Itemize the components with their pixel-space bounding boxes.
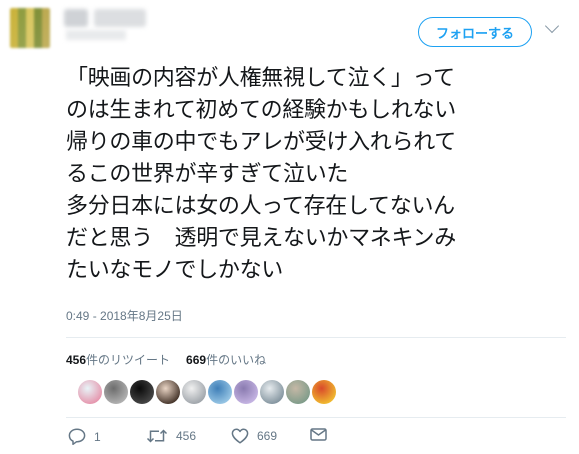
tweet-text-line: 「映画の内容が人権無視して泣く」って: [66, 66, 455, 91]
chevron-down-icon[interactable]: [544, 18, 560, 34]
tweet-timestamp[interactable]: 0:49 - 2018年8月25日: [66, 307, 183, 324]
retweet-button[interactable]: 456: [146, 428, 196, 444]
retweet-stat-label: 件のリツイート: [86, 353, 171, 367]
tweet-text: 「映画の内容が人権無視して泣く」って のは生まれて初めての経験かもしれない 帰り…: [66, 63, 574, 287]
like-stat-label: 件のいいね: [206, 353, 267, 367]
divider: [66, 417, 566, 418]
tweet-text-line: だと思う 透明で見えないかマネキンみ: [66, 226, 456, 251]
author-avatar[interactable]: [10, 8, 50, 48]
like-stat[interactable]: 669件のいいね: [186, 353, 266, 367]
reply-count: 1: [94, 429, 101, 444]
envelope-icon: [310, 428, 327, 441]
reply-icon: [68, 428, 86, 445]
like-stat-count: 669: [186, 353, 207, 367]
liker-avatar[interactable]: [260, 380, 284, 404]
liker-avatar[interactable]: [312, 380, 336, 404]
like-count: 669: [257, 429, 278, 443]
liker-avatar[interactable]: [130, 380, 154, 404]
tweet-text-line: のは生まれて初めての経験かもしれない: [66, 98, 456, 123]
author-name-blurred[interactable]: [64, 9, 88, 27]
liker-avatar[interactable]: [156, 380, 180, 404]
retweet-icon: [146, 429, 168, 443]
follow-button[interactable]: フォローする: [418, 17, 532, 47]
tweet-text-line: 帰りの車の中でもアレが受け入れられて: [66, 130, 456, 155]
liker-avatar[interactable]: [182, 380, 206, 404]
heart-icon: [231, 428, 249, 444]
like-button[interactable]: 669: [231, 428, 277, 444]
tweet-actions: 1 456 669: [66, 428, 366, 448]
tweet-text-line: たいなモノでしかない: [66, 258, 284, 283]
liker-avatar[interactable]: [234, 380, 258, 404]
tweet-text-line: るこの世界が辛すぎて泣いた: [66, 162, 349, 187]
liker-avatar[interactable]: [104, 380, 128, 404]
tweet-stats: 456件のリツイート 669件のいいね: [66, 351, 266, 368]
reply-button[interactable]: 1: [68, 428, 101, 445]
retweet-count: 456: [176, 429, 197, 443]
divider: [66, 337, 566, 338]
liker-avatar[interactable]: [78, 380, 102, 404]
author-handle-blurred[interactable]: [66, 30, 126, 40]
liker-avatar[interactable]: [286, 380, 310, 404]
direct-message-button[interactable]: [310, 428, 327, 441]
author-name-blurred[interactable]: [94, 9, 146, 27]
retweet-stat[interactable]: 456件のリツイート: [66, 353, 170, 367]
retweet-stat-count: 456: [66, 353, 87, 367]
liker-avatar[interactable]: [208, 380, 232, 404]
tweet-text-line: 多分日本には女の人って存在してないん: [66, 194, 455, 219]
